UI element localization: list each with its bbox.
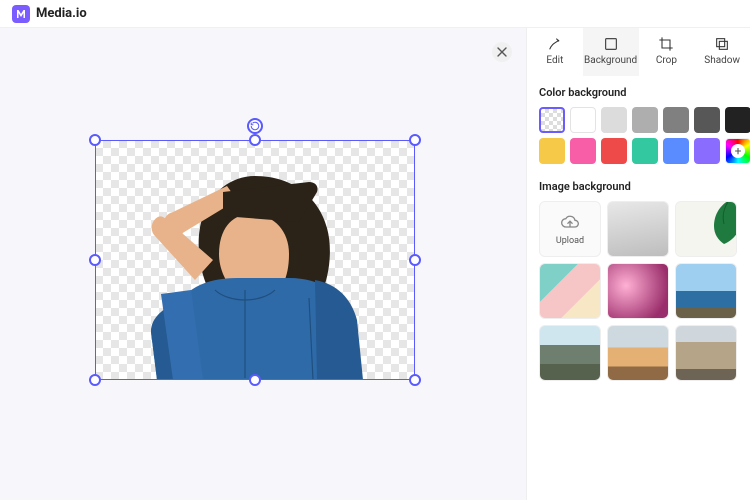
swatch-575757[interactable] — [694, 107, 720, 133]
bg-tile-pastel-stripes[interactable] — [539, 263, 601, 319]
resize-handle-tr[interactable] — [409, 134, 421, 146]
swatch-f7c948[interactable] — [539, 138, 565, 164]
canvas-area — [0, 28, 526, 500]
swatch-color-picker[interactable]: + — [725, 138, 750, 164]
tool-tabs: Edit Background Crop Shadow — [527, 28, 750, 76]
resize-handle-br[interactable] — [409, 374, 421, 386]
section-title-color: Color background — [527, 76, 750, 107]
tab-label: Background — [584, 55, 637, 66]
resize-handle-bc[interactable] — [249, 374, 261, 386]
swatch-dcdcdc[interactable] — [601, 107, 627, 133]
bg-tile-balloons-sunset[interactable] — [607, 325, 669, 381]
color-swatch-grid: + — [527, 107, 750, 170]
brand-logo — [12, 5, 30, 23]
bg-tile-coastal-cliff[interactable] — [675, 263, 737, 319]
resize-handle-bl[interactable] — [89, 374, 101, 386]
image-background-grid: Upload — [527, 201, 750, 393]
bg-tile-upload[interactable]: Upload — [539, 201, 601, 257]
brand-name: Media.io — [36, 6, 87, 21]
workspace: Edit Background Crop Shadow Color backgr… — [0, 28, 750, 500]
resize-handle-tc[interactable] — [249, 134, 261, 146]
cloud-upload-icon — [560, 212, 580, 232]
rotate-handle[interactable] — [247, 118, 263, 134]
tab-label: Edit — [546, 55, 563, 66]
tab-crop[interactable]: Crop — [639, 28, 695, 76]
swatch-222222[interactable] — [725, 107, 750, 133]
leaf-icon — [680, 201, 737, 252]
swatch-808080[interactable] — [663, 107, 689, 133]
swatch-f85ea8[interactable] — [570, 138, 596, 164]
bg-tile-soft-grey-gradient[interactable] — [607, 201, 669, 257]
sidebar-panel: Edit Background Crop Shadow Color backgr… — [526, 28, 750, 500]
tab-edit[interactable]: Edit — [527, 28, 583, 76]
bg-tile-bokeh-pink[interactable] — [607, 263, 669, 319]
bg-tile-mountain-valley[interactable] — [539, 325, 601, 381]
swatch-34c8a0[interactable] — [632, 138, 658, 164]
subject-person — [95, 140, 415, 380]
resize-handle-ml[interactable] — [89, 254, 101, 266]
swatch-white[interactable] — [570, 107, 596, 133]
section-title-image: Image background — [527, 170, 750, 201]
swatch-aeaeae[interactable] — [632, 107, 658, 133]
swatch-ef4a4a[interactable] — [601, 138, 627, 164]
upload-label: Upload — [556, 236, 584, 246]
tab-shadow[interactable]: Shadow — [694, 28, 750, 76]
tab-label: Shadow — [704, 55, 740, 66]
bg-tile-european-street[interactable] — [675, 325, 737, 381]
swatch-transparent[interactable] — [539, 107, 565, 133]
swatch-8a6cff[interactable] — [694, 138, 720, 164]
tab-label: Crop — [656, 55, 677, 66]
resize-handle-mr[interactable] — [409, 254, 421, 266]
resize-handle-tl[interactable] — [89, 134, 101, 146]
image-selection-frame[interactable] — [95, 140, 415, 380]
swatch-5a8cff[interactable] — [663, 138, 689, 164]
app-header: Media.io — [0, 0, 750, 28]
bg-tile-monstera-leaf[interactable] — [675, 201, 737, 257]
tab-background[interactable]: Background — [583, 28, 639, 76]
close-button[interactable] — [492, 42, 512, 62]
